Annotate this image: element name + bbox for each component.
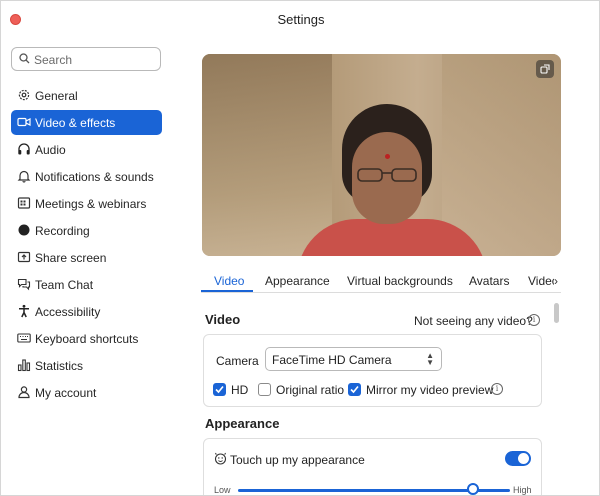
settings-tabs: Video Appearance Virtual backgrounds Ava… <box>201 269 561 293</box>
sidebar-item-label: Keyboard shortcuts <box>35 332 139 346</box>
bell-icon <box>17 170 31 183</box>
window-title: Settings <box>277 12 325 27</box>
search-icon <box>19 53 30 64</box>
video-camera-icon <box>17 117 31 127</box>
sidebar-item-recording[interactable]: Recording <box>11 218 162 243</box>
video-settings-content: Video Not seeing any video? i Camera Fac… <box>201 301 551 495</box>
sidebar-item-my-account[interactable]: My account <box>11 380 162 405</box>
keyboard-icon <box>17 333 31 343</box>
chevron-right-icon[interactable]: › <box>554 274 558 288</box>
sidebar-item-general[interactable]: General <box>11 83 162 108</box>
rotate-camera-button[interactable] <box>536 60 554 78</box>
preview-background-right <box>442 54 561 256</box>
sidebar-item-label: Statistics <box>35 359 84 373</box>
checkmark-icon <box>215 385 224 394</box>
person-bindi <box>385 154 390 159</box>
sidebar-item-accessibility[interactable]: Accessibility <box>11 299 162 324</box>
gear-icon <box>18 89 30 101</box>
statistics-icon <box>17 359 31 372</box>
not-seeing-video-link[interactable]: Not seeing any video? <box>414 314 533 328</box>
camera-select[interactable]: FaceTime HD Camera ▲ ▼ <box>265 347 442 371</box>
sidebar-item-audio[interactable]: Audio <box>11 137 162 162</box>
active-tab-indicator <box>201 290 253 292</box>
mirror-video-checkbox[interactable] <box>348 383 361 396</box>
slider-low-label: Low <box>214 485 231 495</box>
info-icon[interactable]: i <box>528 314 540 326</box>
sidebar-item-label: Team Chat <box>35 278 94 292</box>
touch-up-label: Touch up my appearance <box>230 453 365 467</box>
person-glasses <box>357 168 417 182</box>
title-bar: Settings <box>1 1 599 37</box>
tab-video[interactable]: Video <box>214 274 244 288</box>
touch-up-slider-thumb[interactable] <box>467 483 479 495</box>
calendar-icon <box>17 197 31 209</box>
scrollbar[interactable] <box>554 303 559 323</box>
sidebar-item-share-screen[interactable]: Share screen <box>11 245 162 270</box>
sidebar-item-label: My account <box>35 386 97 400</box>
tab-virtual-backgrounds[interactable]: Virtual backgrounds <box>347 274 453 288</box>
sidebar-item-video-effects[interactable]: Video & effects <box>11 110 162 135</box>
mirror-video-label: Mirror my video preview <box>366 383 494 397</box>
camera-select-value: FaceTime HD Camera <box>272 353 392 367</box>
camera-settings-card: Camera FaceTime HD Camera ▲ ▼ HD Original… <box>203 334 542 407</box>
toggle-knob <box>518 453 529 464</box>
sidebar-item-team-chat[interactable]: Team Chat <box>11 272 162 297</box>
sidebar-item-label: Recording <box>35 224 90 238</box>
sidebar-item-statistics[interactable]: Statistics <box>11 353 162 378</box>
sidebar-item-label: Audio <box>35 143 66 157</box>
tab-video-filters[interactable]: Videc <box>528 274 554 288</box>
search-input[interactable]: Search <box>11 47 161 71</box>
sidebar-item-keyboard-shortcuts[interactable]: Keyboard shortcuts <box>11 326 162 351</box>
sidebar-item-label: Share screen <box>35 251 107 265</box>
person-icon <box>18 386 30 399</box>
chat-icon <box>17 278 31 291</box>
preview-background-left <box>202 54 332 256</box>
sidebar-item-label: Notifications & sounds <box>35 170 154 184</box>
sidebar-item-notifications[interactable]: Notifications & sounds <box>11 164 162 189</box>
hd-checkbox[interactable] <box>213 383 226 396</box>
share-screen-icon <box>17 251 31 263</box>
touch-up-icon <box>214 452 227 465</box>
hd-label: HD <box>231 383 249 397</box>
settings-window: Settings Search General Video & effects <box>0 0 600 496</box>
touch-up-toggle[interactable] <box>505 451 531 466</box>
accessibility-icon <box>19 304 29 318</box>
headphones-icon <box>18 143 30 155</box>
sidebar-item-label: Meetings & webinars <box>35 197 147 211</box>
select-arrows-icon: ▲ ▼ <box>426 351 434 367</box>
tab-avatars[interactable]: Avatars <box>469 274 509 288</box>
video-section-title: Video <box>205 312 241 327</box>
checkmark-icon <box>350 385 359 394</box>
appearance-section-title: Appearance <box>205 416 280 431</box>
sidebar-item-label: Accessibility <box>35 305 101 319</box>
tab-appearance[interactable]: Appearance <box>265 274 330 288</box>
slider-high-label: High <box>513 485 532 495</box>
original-ratio-label: Original ratio <box>276 383 345 397</box>
camera-label: Camera <box>216 354 259 368</box>
info-icon[interactable]: i <box>491 383 503 395</box>
original-ratio-checkbox[interactable] <box>258 383 271 396</box>
rotate-icon <box>540 64 550 74</box>
appearance-card: Touch up my appearance Low High <box>203 438 542 495</box>
sidebar-nav: General Video & effects Audio Notificati… <box>11 83 162 407</box>
record-icon <box>18 224 30 236</box>
sidebar-item-meetings[interactable]: Meetings & webinars <box>11 191 162 216</box>
video-preview <box>202 54 561 256</box>
sidebar-item-label: Video & effects <box>35 116 116 130</box>
search-placeholder: Search <box>34 53 73 67</box>
sidebar-item-label: General <box>35 89 78 103</box>
